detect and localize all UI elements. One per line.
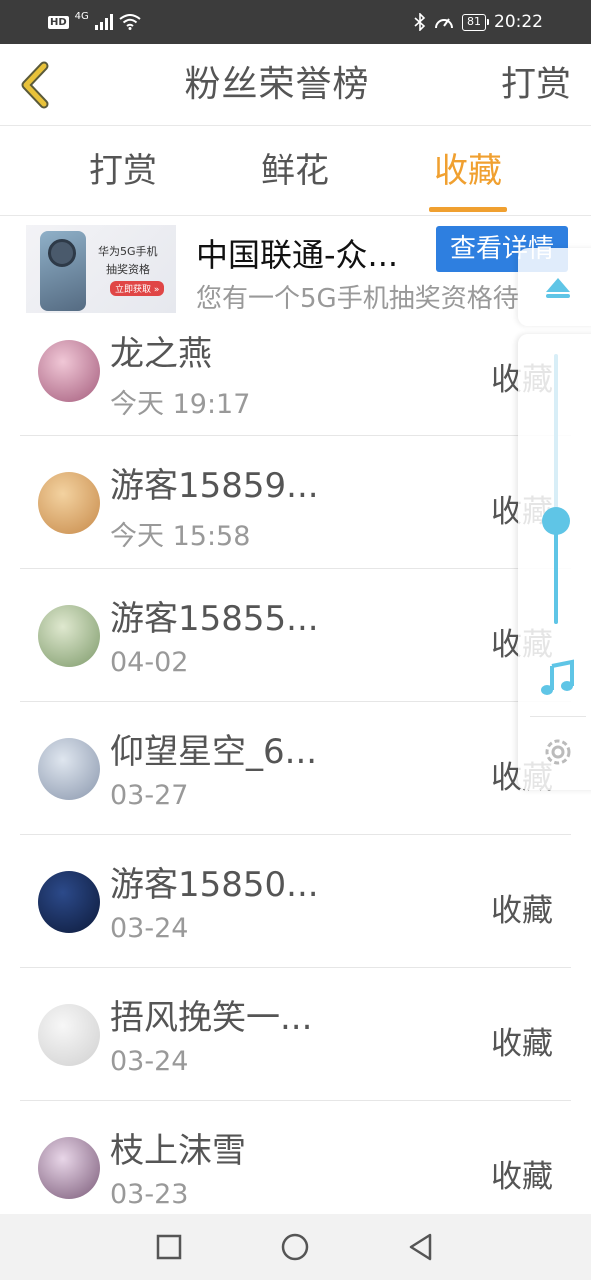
- status-bar: HD 4G 81 20:22: [0, 0, 591, 44]
- tab-flowers[interactable]: 鲜花: [220, 126, 370, 216]
- action-label: 收藏: [491, 1159, 553, 1195]
- wifi-icon: [119, 14, 141, 30]
- status-left: HD 4G: [48, 0, 141, 44]
- ad-image-line1: 华为5G手机: [98, 245, 158, 258]
- avatar: [38, 340, 100, 402]
- ad-image: 华为5G手机 抽奖资格 立即获取 »: [26, 225, 176, 313]
- action-label: 收藏: [491, 893, 553, 929]
- list-item[interactable]: 龙之燕 今天 19:17 收藏: [0, 320, 591, 436]
- avatar: [38, 605, 100, 667]
- ad-image-line2: 抽奖资格: [106, 263, 150, 276]
- top-bar: 粉丝荣誉榜 打赏: [0, 44, 591, 126]
- user-name: 游客15855...: [110, 599, 319, 639]
- floating-top-button[interactable]: [518, 248, 591, 326]
- list-item[interactable]: 捂风挽笑一... 03-24 收藏: [0, 968, 591, 1101]
- signal-icon: [94, 14, 113, 30]
- arrow-up-icon: [546, 278, 570, 298]
- back-triangle-icon[interactable]: [401, 1227, 441, 1267]
- music-note-icon[interactable]: [538, 658, 578, 698]
- slider-handle[interactable]: [542, 507, 570, 536]
- system-nav-bar: [0, 1214, 591, 1280]
- timestamp: 今天 15:58: [110, 521, 251, 552]
- user-name: 捂风挽笑一...: [110, 998, 313, 1038]
- tab-bar: 打赏 鲜花 收藏: [0, 126, 591, 216]
- avatar: [38, 1137, 100, 1199]
- home-icon[interactable]: [275, 1227, 315, 1267]
- user-name: 仰望星空_6...: [110, 732, 318, 772]
- user-name: 游客15850...: [110, 865, 319, 905]
- reward-button[interactable]: 打赏: [501, 44, 571, 126]
- active-tab-indicator: [429, 207, 507, 212]
- list-item[interactable]: 游客15850... 03-24 收藏: [0, 835, 591, 968]
- user-name: 龙之燕: [110, 334, 212, 374]
- timestamp: 03-24: [110, 913, 189, 944]
- slider-fill: [554, 521, 558, 624]
- tab-favorites[interactable]: 收藏: [393, 126, 543, 216]
- phone-illustration: [40, 231, 86, 311]
- list-item[interactable]: 仰望星空_6... 03-27 收藏: [0, 702, 591, 835]
- avatar: [38, 738, 100, 800]
- tab-favorites-label: 收藏: [434, 151, 502, 191]
- status-right: 81 20:22: [414, 0, 543, 44]
- gear-icon[interactable]: [540, 734, 576, 770]
- network-type: 4G: [74, 11, 89, 22]
- avatar: [38, 1004, 100, 1066]
- page-title: 粉丝荣誉榜: [184, 64, 370, 105]
- ad-banner[interactable]: 华为5G手机 抽奖资格 立即获取 » 中国联通-众... 查看详情 您有一个5G…: [0, 216, 591, 320]
- avatar: [38, 472, 100, 534]
- timestamp: 04-02: [110, 647, 189, 678]
- timestamp: 03-24: [110, 1046, 189, 1077]
- battery-indicator: 81: [462, 13, 489, 31]
- recent-apps-icon[interactable]: [149, 1227, 189, 1267]
- timestamp: 今天 19:17: [110, 389, 251, 420]
- ad-title: 中国联通-众...: [196, 236, 399, 274]
- floating-control-panel: [518, 334, 591, 790]
- list-item[interactable]: 游客15855... 04-02 收藏: [0, 569, 591, 702]
- panel-divider: [530, 716, 586, 717]
- ad-image-pill: 立即获取 »: [110, 281, 165, 296]
- fan-list: 龙之燕 今天 19:17 收藏 游客15859... 今天 15:58 收藏 游…: [0, 320, 591, 1234]
- hd-badge: HD: [48, 15, 69, 29]
- timestamp: 03-23: [110, 1179, 189, 1210]
- user-name: 游客15859...: [110, 466, 319, 506]
- clock: 20:22: [494, 12, 543, 32]
- timestamp: 03-27: [110, 780, 189, 811]
- avatar: [38, 871, 100, 933]
- speed-gauge-icon: [435, 18, 453, 29]
- tab-reward[interactable]: 打赏: [48, 126, 198, 216]
- action-label: 收藏: [491, 1026, 553, 1062]
- volume-slider[interactable]: [554, 354, 558, 624]
- bluetooth-icon: [414, 13, 426, 31]
- list-item[interactable]: 游客15859... 今天 15:58 收藏: [0, 436, 591, 569]
- user-name: 枝上沫雪: [110, 1131, 246, 1171]
